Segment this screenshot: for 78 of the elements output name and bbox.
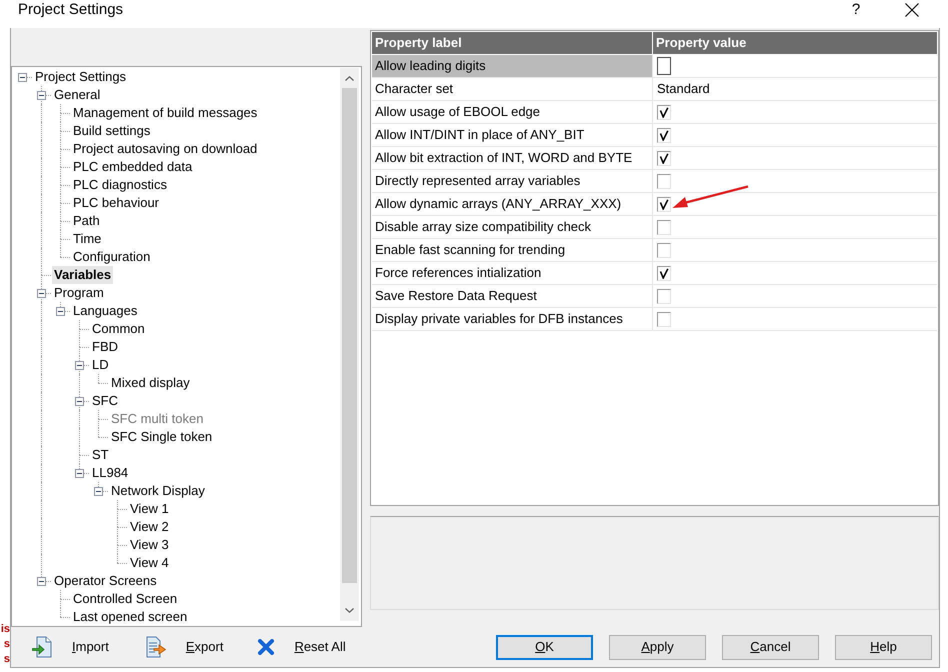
tree-item[interactable]: Controlled Screen: [71, 590, 180, 608]
tree-item[interactable]: Common: [90, 320, 147, 338]
reset-button[interactable]: Reset All: [258, 638, 346, 656]
tree-item[interactable]: Mixed display: [109, 374, 192, 392]
property-label[interactable]: Allow usage of EBOOL edge: [372, 101, 653, 123]
scroll-thumb[interactable]: [342, 88, 357, 583]
collapse-icon[interactable]: [37, 577, 46, 586]
column-header: Property label: [372, 32, 652, 54]
checkbox[interactable]: [657, 288, 671, 304]
collapse-icon[interactable]: [37, 91, 46, 100]
checkbox[interactable]: [657, 242, 671, 258]
checkbox[interactable]: [657, 104, 671, 120]
checkbox[interactable]: [657, 312, 671, 326]
dialog-button[interactable]: Help: [835, 634, 932, 660]
collapse-icon[interactable]: [94, 487, 103, 496]
tree-item[interactable]: PLC diagnostics: [71, 176, 169, 194]
tree-item[interactable]: Variables: [52, 266, 114, 284]
import-button[interactable]: Import: [32, 636, 109, 658]
window-title: Project Settings: [18, 0, 124, 20]
background-text: is: [0, 622, 10, 637]
checkbox[interactable]: [657, 266, 671, 280]
checkbox[interactable]: [657, 220, 671, 234]
checkbox[interactable]: [657, 196, 671, 212]
tree-item[interactable]: ST: [90, 446, 111, 464]
tree-item[interactable]: Last opened screen: [71, 608, 190, 626]
export-button[interactable]: Export: [146, 636, 224, 658]
tree-item[interactable]: Build settings: [71, 122, 152, 140]
tree-item[interactable]: SFC: [90, 392, 120, 410]
tree-item[interactable]: Program: [52, 284, 106, 302]
collapse-icon[interactable]: [56, 307, 65, 316]
background-text: s: [4, 652, 10, 667]
chevron-down-icon: [345, 608, 354, 613]
tree-item[interactable]: Project Settings: [33, 68, 128, 86]
document-arrow-icon: [146, 636, 166, 658]
tree-item[interactable]: FBD: [90, 338, 120, 356]
checkbox[interactable]: [657, 57, 671, 75]
chevron-up-icon: [345, 76, 354, 80]
tree-item[interactable]: LD: [90, 356, 111, 374]
collapse-icon[interactable]: [75, 361, 84, 370]
tree-item[interactable]: PLC behaviour: [71, 194, 161, 212]
property-label[interactable]: Allow INT/DINT in place of ANY_BIT: [372, 124, 653, 146]
property-label[interactable]: Allow leading digits: [372, 55, 653, 77]
tree-item[interactable]: Operator Screens: [52, 572, 159, 590]
tree-item[interactable]: View 1: [128, 500, 171, 518]
property-value[interactable]: Standard: [657, 78, 710, 100]
dialog-button[interactable]: Apply: [609, 634, 706, 660]
tree-item[interactable]: Network Display: [109, 482, 207, 500]
tree-item[interactable]: Languages: [71, 302, 140, 320]
tree-item[interactable]: PLC embedded data: [71, 158, 194, 176]
checkbox[interactable]: [657, 174, 671, 188]
dialog-button[interactable]: OK: [496, 634, 593, 660]
column-header: Property value: [653, 32, 937, 54]
tree-item[interactable]: LL984: [90, 464, 130, 482]
tree-item[interactable]: View 3: [128, 536, 171, 554]
checkbox[interactable]: [657, 150, 671, 166]
tree-item[interactable]: Time: [71, 230, 104, 248]
close-icon: [905, 3, 919, 17]
collapse-icon[interactable]: [18, 73, 27, 82]
tree-item[interactable]: View 2: [128, 518, 171, 536]
tree-item[interactable]: View 4: [128, 554, 171, 572]
collapse-icon[interactable]: [37, 289, 46, 298]
property-label[interactable]: Allow bit extraction of INT, WORD and BYTE: [372, 147, 653, 169]
document-arrow-icon: [32, 636, 52, 658]
tree-item[interactable]: Project autosaving on download: [71, 140, 260, 158]
help-button[interactable]: ?: [841, 0, 871, 20]
tree-item[interactable]: Configuration: [71, 248, 152, 266]
tree-item[interactable]: General: [52, 86, 102, 104]
collapse-icon[interactable]: [75, 397, 84, 406]
tree-item[interactable]: Management of build messages: [71, 104, 260, 122]
scrollbar[interactable]: [340, 68, 359, 621]
background-text: s: [4, 637, 10, 652]
cross-icon: [258, 639, 274, 655]
collapse-icon[interactable]: [75, 469, 84, 478]
tree-item[interactable]: Path: [71, 212, 102, 230]
dialog-button[interactable]: Cancel: [722, 634, 819, 660]
property-label[interactable]: Allow dynamic arrays (ANY_ARRAY_XXX): [372, 193, 653, 215]
checkbox[interactable]: [657, 128, 671, 142]
tree-item[interactable]: SFC Single token: [109, 428, 214, 446]
